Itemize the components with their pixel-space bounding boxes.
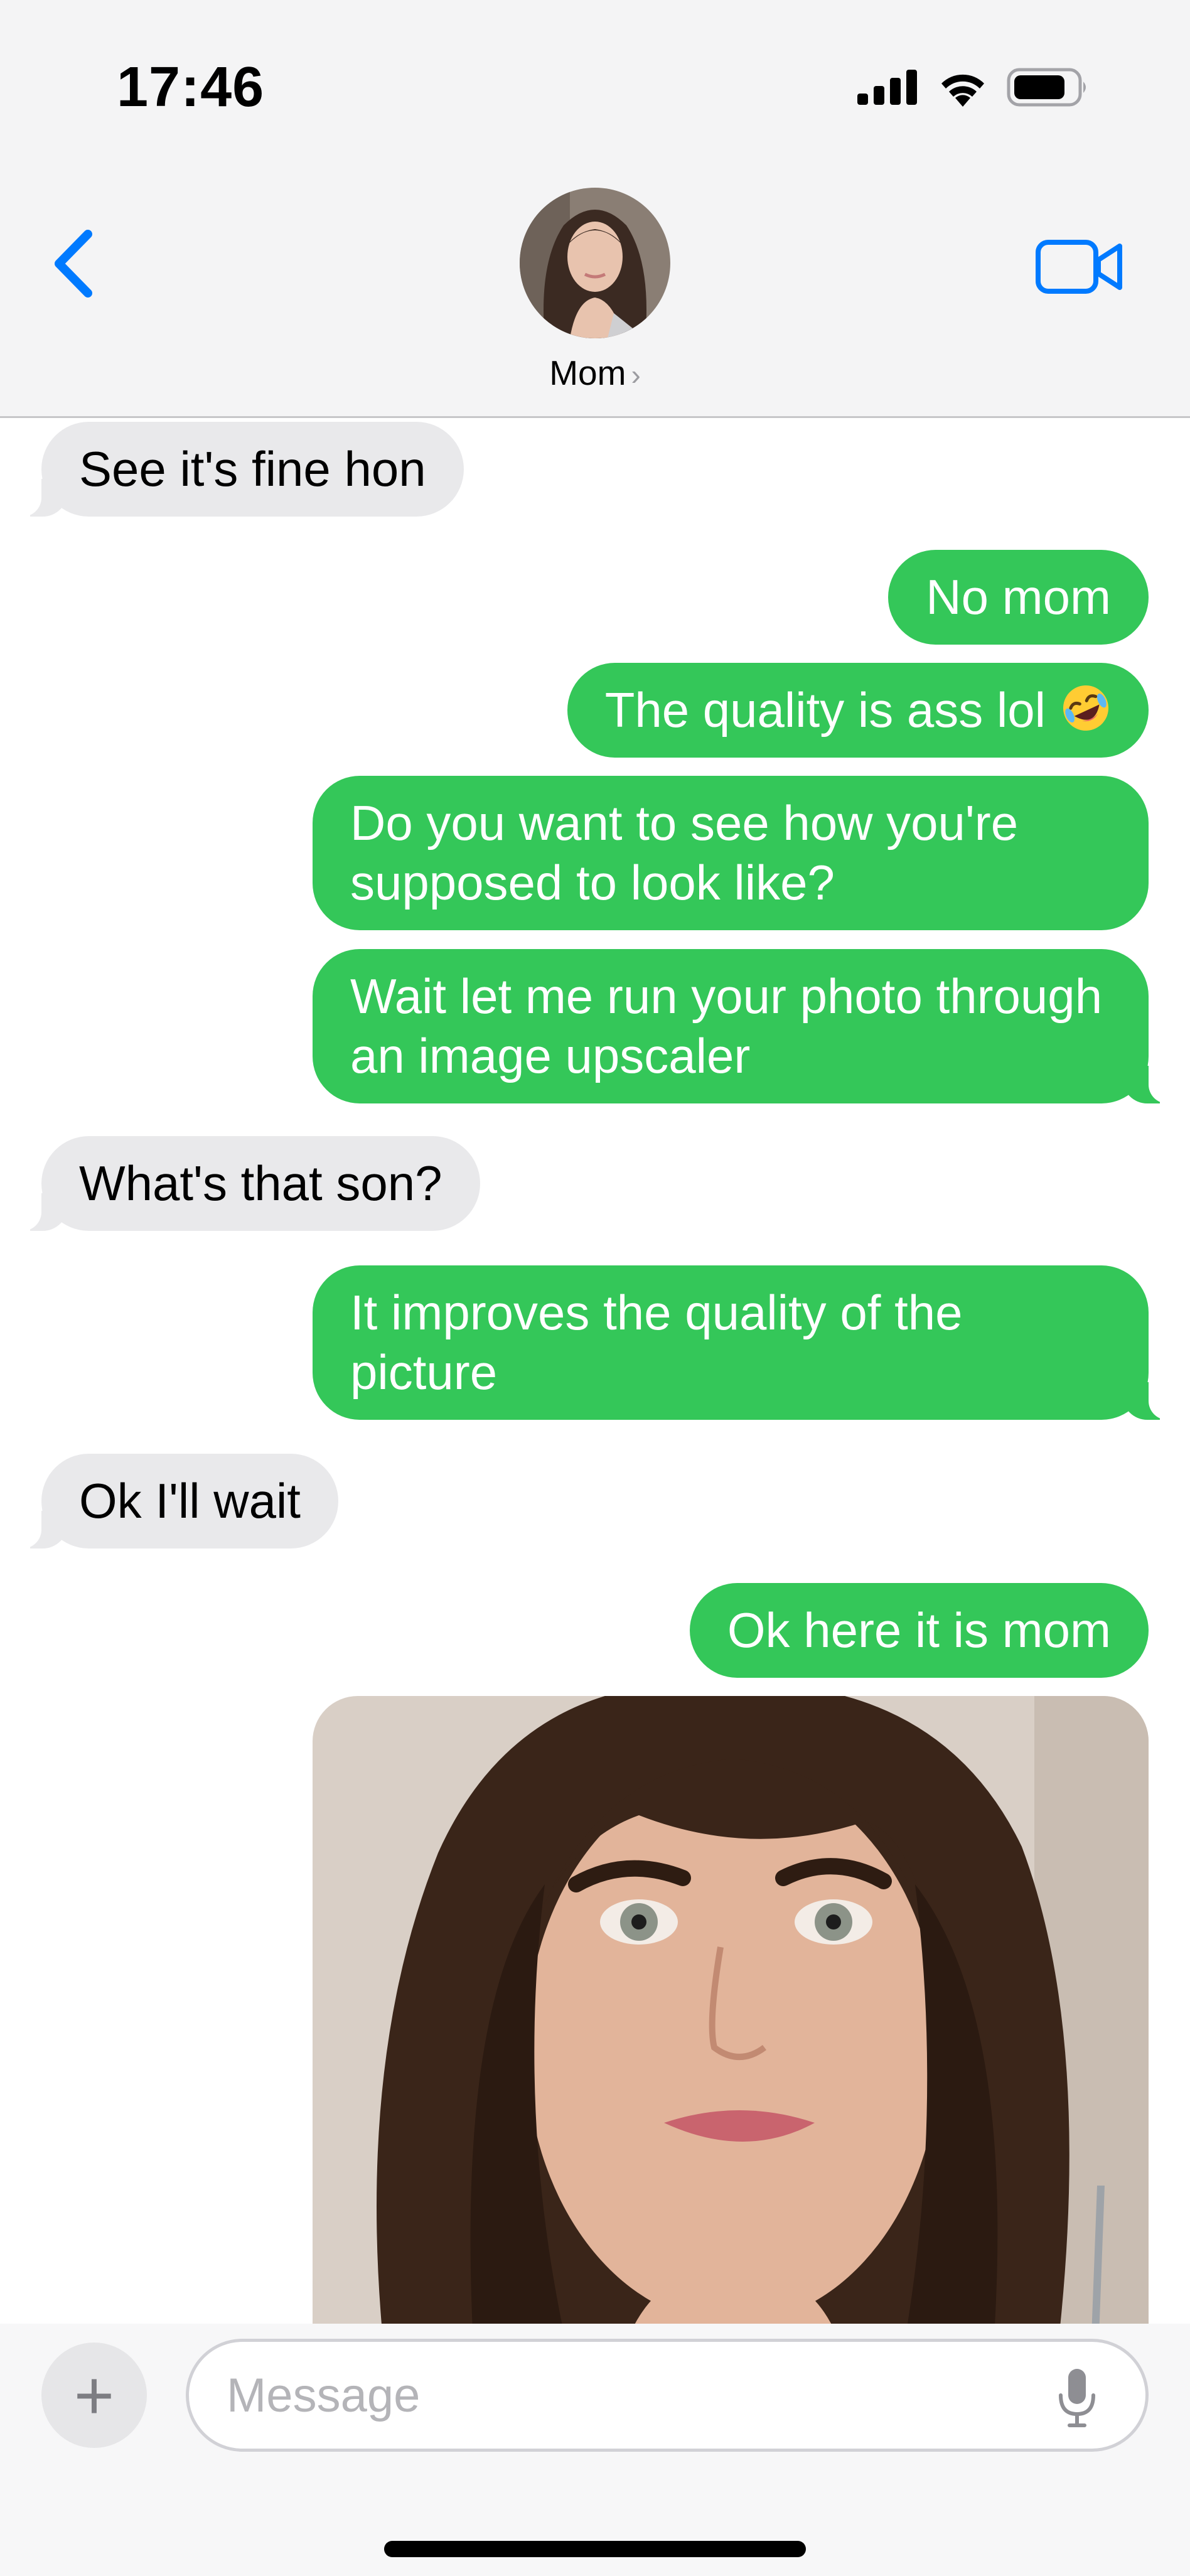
message-bubble-outgoing[interactable]: Wait let me run your photo through an im…	[313, 949, 1174, 1103]
message-bubble-outgoing[interactable]: The quality is ass lol	[567, 663, 1149, 758]
plus-icon: +	[73, 2356, 115, 2434]
wifi-icon	[941, 74, 984, 107]
message-text: What's that son?	[79, 1156, 442, 1211]
message-text: The quality is ass lol	[604, 682, 1046, 738]
back-chevron-icon[interactable]	[49, 229, 99, 298]
message-text: Ok I'll wait	[79, 1473, 301, 1528]
contact-name-text: Mom	[549, 353, 626, 392]
status-time: 17:46	[117, 56, 265, 119]
microphone-icon[interactable]	[1058, 2366, 1096, 2429]
video-camera-icon[interactable]	[1036, 239, 1123, 295]
message-bubble-outgoing[interactable]: Ok here it is mom	[689, 1583, 1149, 1678]
contact-avatar[interactable]	[520, 188, 670, 338]
message-text: It improves the quality of the picture	[350, 1285, 963, 1400]
message-text: Do you want to see how you're supposed t…	[350, 795, 1019, 910]
chevron-right-icon: ›	[631, 358, 641, 391]
conversation-header: 17:46 Mom ›	[0, 0, 1190, 418]
message-bubble-incoming[interactable]: See it's fine hon	[16, 422, 464, 517]
message-text: No mom	[926, 569, 1111, 625]
battery-icon	[1007, 68, 1086, 107]
message-text: Wait let me run your photo through an im…	[350, 969, 1103, 1083]
message-bubble-outgoing[interactable]: Do you want to see how you're supposed t…	[313, 776, 1149, 930]
contact-name[interactable]: Mom ›	[0, 353, 1190, 393]
message-text: Ok here it is mom	[727, 1602, 1111, 1658]
rolling-on-floor-laughing-emoji-icon	[1063, 685, 1108, 731]
message-thread[interactable]: See it's fine hon No mom The quality is …	[0, 418, 1190, 2324]
message-bubble-outgoing[interactable]: It improves the quality of the picture	[313, 1265, 1174, 1420]
message-text: See it's fine hon	[79, 441, 426, 496]
message-input[interactable]	[186, 2339, 1149, 2452]
home-indicator	[384, 2541, 806, 2557]
status-icons	[857, 68, 1090, 107]
photo-attachment[interactable]	[313, 1696, 1149, 2324]
message-bubble-incoming[interactable]: What's that son?	[16, 1136, 480, 1231]
message-bubble-outgoing[interactable]: No mom	[888, 550, 1149, 645]
add-attachment-button[interactable]: +	[41, 2343, 147, 2448]
cellular-signal-icon	[857, 70, 917, 105]
message-bubble-incoming[interactable]: Ok I'll wait	[16, 1454, 338, 1548]
